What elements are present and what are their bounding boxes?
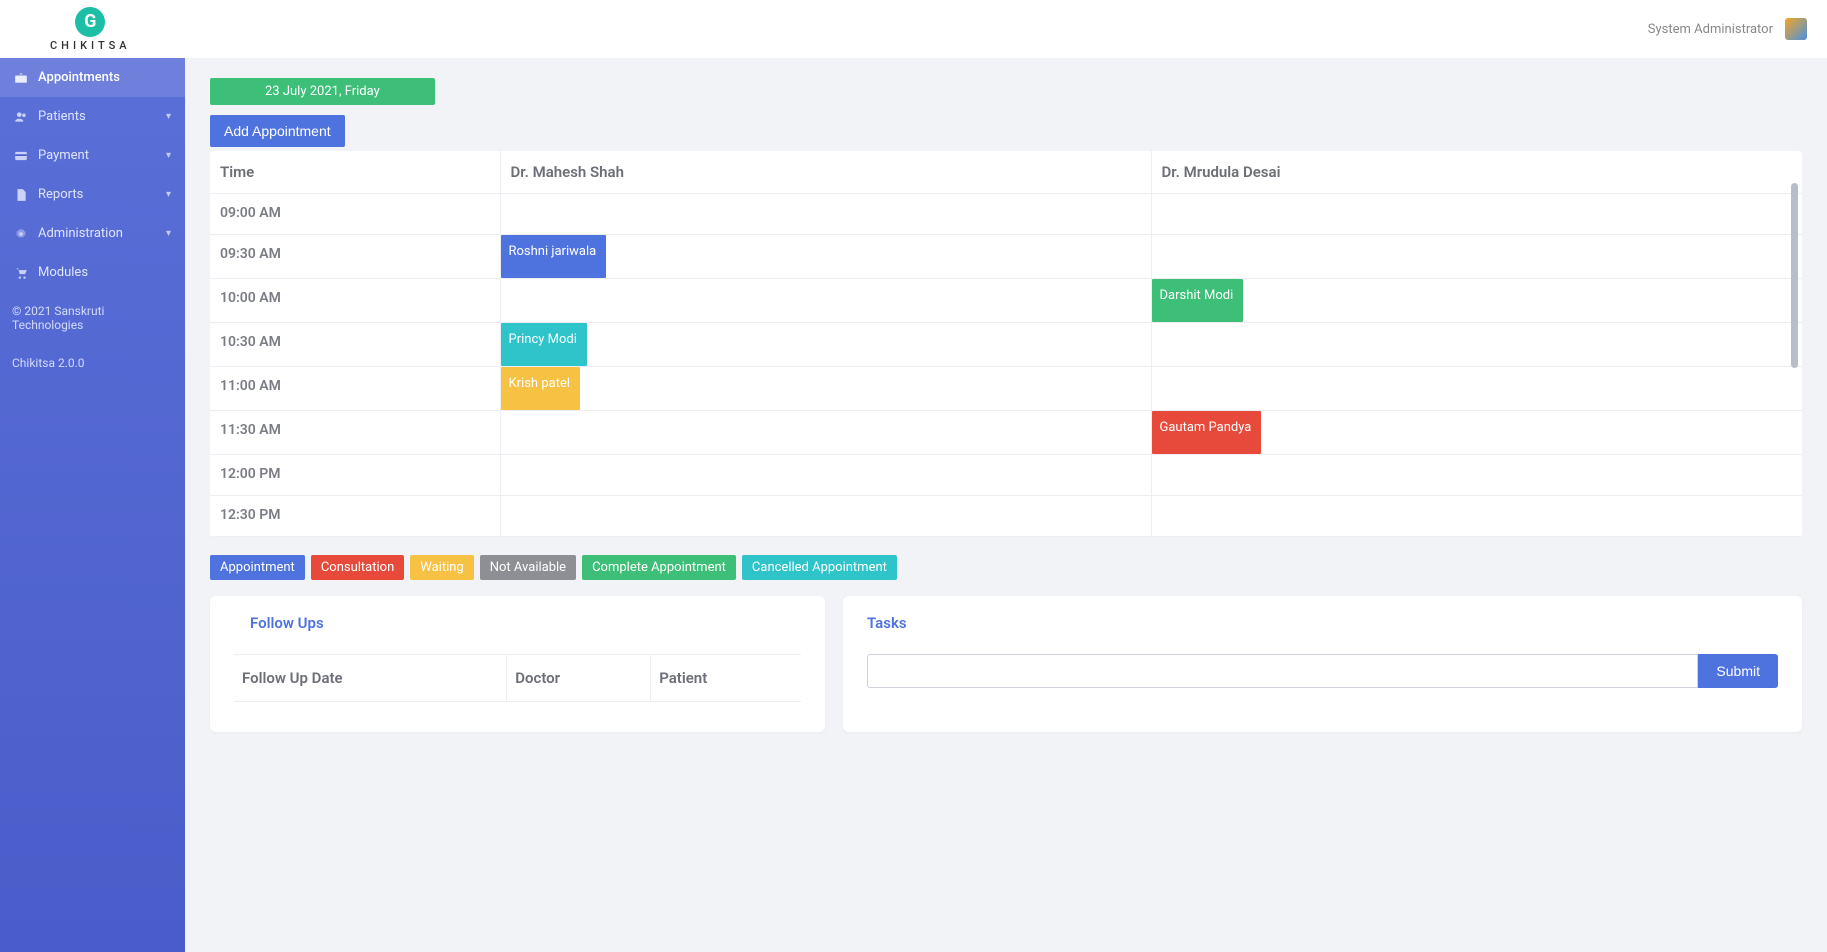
schedule-row: 12:30 PM [210,496,1802,537]
sidebar-copyright: © 2021 Sanskruti Technologies [0,292,185,344]
legend-consultation: Consultation [311,555,404,580]
schedule-slot[interactable]: Princy Modi [500,323,1151,367]
schedule-row: 10:00 AM Darshit Modi [210,279,1802,323]
scrollbar-thumb[interactable] [1791,183,1798,368]
schedule-slot[interactable] [500,279,1151,323]
schedule-slot[interactable] [1151,194,1802,235]
schedule-row: 12:00 PM [210,455,1802,496]
time-cell: 12:30 PM [210,496,500,537]
followups-table: Follow Up DateDoctorPatient [234,654,801,702]
topbar-user[interactable]: System Administrator [1648,18,1807,40]
schedule-slot[interactable] [500,411,1151,455]
sidebar-item-administration[interactable]: Administration ▾ [0,214,185,253]
card-icon [14,149,28,163]
topbar: G CHIKITSA System Administrator [0,0,1827,58]
schedule-slot[interactable] [500,496,1151,537]
schedule-slot[interactable] [1151,496,1802,537]
schedule-slot[interactable] [1151,235,1802,279]
tasks-title: Tasks [867,614,1778,632]
brand-name: CHIKITSA [50,39,131,52]
appointment-chip[interactable]: Princy Modi [501,323,587,366]
chevron-down-icon: ▾ [166,111,171,122]
schedule-table: TimeDr. Mahesh ShahDr. Mrudula Desai 09:… [210,151,1802,537]
appointment-chip[interactable]: Darshit Modi [1152,279,1244,322]
schedule-row: 09:30 AMRoshni jariwala [210,235,1802,279]
time-cell: 10:00 AM [210,279,500,323]
add-appointment-button[interactable]: Add Appointment [210,115,345,147]
schedule-row: 11:30 AM Gautam Pandya [210,411,1802,455]
task-submit-button[interactable]: Submit [1698,654,1778,688]
sidebar-item-label: Patients [38,109,86,124]
schedule-row: 10:30 AMPrincy Modi [210,323,1802,367]
schedule-row: 11:00 AMKrish patel [210,367,1802,411]
status-legend: AppointmentConsultationWaiting Not Availa… [210,555,1802,580]
brand-mark-icon: G [75,7,105,37]
time-cell: 09:00 AM [210,194,500,235]
file-icon [14,188,28,202]
followups-col: Doctor [507,655,651,702]
schedule-slot[interactable]: Darshit Modi [1151,279,1802,323]
schedule-slot[interactable] [1151,323,1802,367]
schedule-col-doctor: Dr. Mahesh Shah [500,151,1151,194]
sidebar-item-label: Appointments [38,70,120,85]
sidebar-version: Chikitsa 2.0.0 [0,344,185,382]
followups-panel: Follow Ups Follow Up DateDoctorPatient [210,596,825,732]
time-cell: 11:00 AM [210,367,500,411]
legend-cancelled-appointment: Cancelled Appointment [742,555,897,580]
time-cell: 09:30 AM [210,235,500,279]
followups-col: Patient [651,655,801,702]
task-input[interactable] [867,654,1698,688]
schedule-slot[interactable] [1151,367,1802,411]
main-content: 23 July 2021, Friday Add Appointment Tim… [185,58,1827,952]
sidebar: AppointmentsPatients▾Payment▾Reports▾Adm… [0,58,185,952]
time-cell: 10:30 AM [210,323,500,367]
followups-title: Follow Ups [250,614,801,632]
sidebar-item-payment[interactable]: Payment ▾ [0,136,185,175]
users-icon [14,110,28,124]
chevron-down-icon: ▾ [166,228,171,239]
sidebar-item-label: Payment [38,148,89,163]
sidebar-item-appointments[interactable]: Appointments [0,58,185,97]
chevron-down-icon: ▾ [166,189,171,200]
time-cell: 12:00 PM [210,455,500,496]
chevron-down-icon: ▾ [166,150,171,161]
legend-waiting: Waiting [410,555,473,580]
schedule-slot[interactable] [500,194,1151,235]
sidebar-item-modules[interactable]: Modules [0,253,185,292]
sidebar-item-label: Administration [38,226,123,241]
schedule-slot[interactable] [500,455,1151,496]
appointment-chip[interactable]: Roshni jariwala [501,235,607,278]
date-badge[interactable]: 23 July 2021, Friday [210,78,435,105]
briefcase-icon [14,71,28,85]
schedule-col-time: Time [210,151,500,194]
followups-col: Follow Up Date [234,655,507,702]
schedule-col-doctor: Dr. Mrudula Desai [1151,151,1802,194]
legend-appointment: Appointment [210,555,305,580]
sidebar-item-label: Modules [38,265,88,280]
user-label: System Administrator [1648,22,1773,37]
time-cell: 11:30 AM [210,411,500,455]
avatar-icon [1785,18,1807,40]
schedule-slot[interactable]: Krish patel [500,367,1151,411]
tasks-panel: Tasks Submit [843,596,1802,732]
sidebar-item-reports[interactable]: Reports ▾ [0,175,185,214]
schedule-slot[interactable]: Gautam Pandya [1151,411,1802,455]
schedule-row: 09:00 AM [210,194,1802,235]
gear-icon [14,227,28,241]
brand-logo[interactable]: G CHIKITSA [50,7,131,52]
legend-not-available: Not Available [480,555,576,580]
sidebar-item-patients[interactable]: Patients ▾ [0,97,185,136]
legend-complete-appointment: Complete Appointment [582,555,736,580]
appointment-chip[interactable]: Krish patel [501,367,581,410]
appointment-chip[interactable]: Gautam Pandya [1152,411,1262,454]
schedule-slot[interactable]: Roshni jariwala [500,235,1151,279]
cart-icon [14,266,28,280]
schedule-slot[interactable] [1151,455,1802,496]
sidebar-item-label: Reports [38,187,83,202]
